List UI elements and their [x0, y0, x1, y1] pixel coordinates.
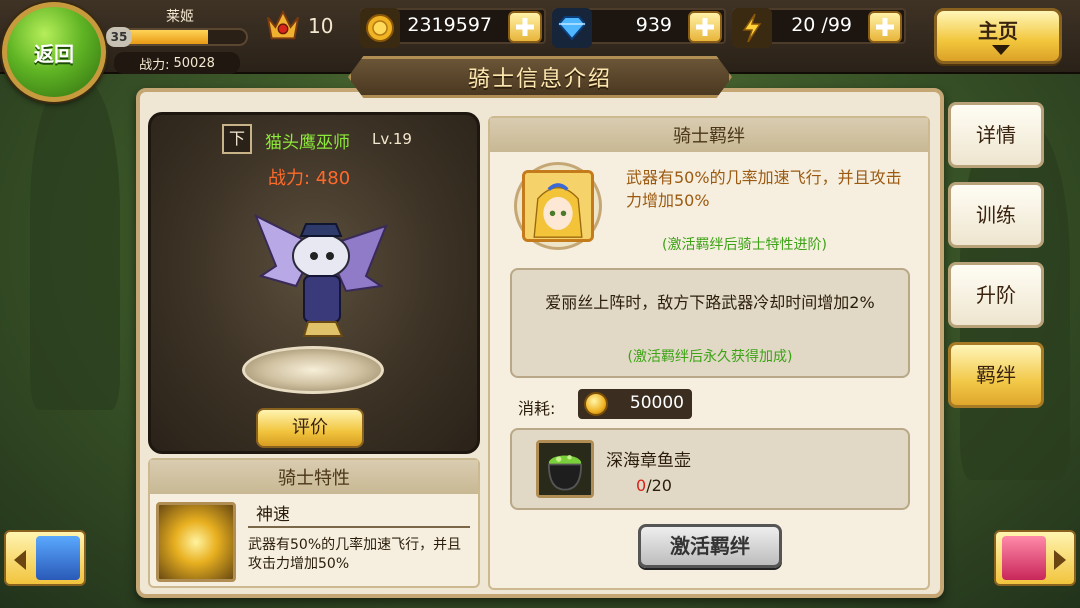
- bond-section-title: 骑士羁绊: [673, 126, 745, 147]
- back-button[interactable]: 返回: [2, 2, 106, 102]
- page-title: 骑士信息介绍: [467, 67, 612, 92]
- position-tag: 下: [222, 124, 252, 154]
- hero-level: Lv.19: [372, 130, 412, 148]
- energy-value: 20 /99: [791, 14, 852, 36]
- evaluate-button[interactable]: 评价: [256, 408, 364, 448]
- tab-training[interactable]: 训练: [948, 182, 1044, 248]
- prev-knight-avatar: [36, 536, 80, 580]
- home-label: 主页: [978, 19, 1018, 43]
- tab-advance[interactable]: 升阶: [948, 262, 1044, 328]
- gold-coin-icon: [360, 8, 400, 48]
- player-level: 35: [106, 27, 132, 47]
- trait-header: 骑士特性: [150, 460, 478, 494]
- title-banner: 骑士信息介绍: [348, 56, 732, 98]
- arrow-left-icon: [14, 550, 26, 570]
- trait-description: 武器有50%的几率加速飞行，并且攻击力增加50%: [248, 537, 462, 572]
- tab-details[interactable]: 详情: [948, 102, 1044, 168]
- bond-bonus-text: 爱丽丝上阵时，敌方下路武器冷却时间增加2%: [545, 293, 875, 312]
- add-gold-button[interactable]: [508, 11, 542, 43]
- next-knight-button[interactable]: [994, 530, 1076, 586]
- player-power: 战力: 50028: [114, 52, 240, 74]
- lightning-icon: [732, 8, 772, 48]
- background-tree: [30, 80, 120, 410]
- gold-coin-icon: [584, 392, 608, 416]
- cost-display: 50000: [578, 389, 692, 419]
- next-knight-avatar: [1002, 536, 1046, 580]
- vip-badge-icon: [266, 9, 300, 40]
- owl-wizard-sprite: [254, 213, 388, 337]
- prev-knight-button[interactable]: [4, 530, 86, 586]
- item-name: 深海章鱼壶: [606, 451, 691, 471]
- player-name: 莱姬: [166, 9, 194, 25]
- back-label: 返回: [34, 41, 74, 66]
- alice-portrait[interactable]: [522, 170, 594, 242]
- home-button[interactable]: 主页: [934, 8, 1062, 64]
- tab-bond[interactable]: 羁绊: [948, 342, 1044, 408]
- add-energy-button[interactable]: [868, 11, 902, 43]
- hero-name: 猫头鹰巫师: [265, 133, 350, 153]
- cost-label: 消耗:: [518, 399, 556, 418]
- activate-bond-button[interactable]: 激活羁绊: [638, 524, 782, 568]
- speed-trait-icon: [156, 502, 236, 582]
- power-value: 50028: [173, 55, 215, 71]
- gem-value: 939: [635, 14, 672, 36]
- hero-pedestal: [242, 346, 384, 394]
- vip-indicator[interactable]: 10: [264, 6, 333, 46]
- item-owned: 0: [636, 476, 647, 495]
- bond-bonus-hint: (激活羁绊后永久获得加成): [627, 349, 793, 365]
- bond-header: 骑士羁绊: [490, 118, 928, 152]
- gold-counter: 2319597: [360, 8, 546, 48]
- item-required: /20: [646, 476, 672, 495]
- divider: [248, 526, 470, 528]
- bond-effect-hint: (激活羁绊后骑士特性进阶): [662, 237, 827, 253]
- gold-value: 2319597: [407, 14, 492, 36]
- chevron-down-icon: [992, 45, 1010, 55]
- item-count: 0/20: [636, 476, 672, 495]
- hero-power: 战力: 480: [268, 168, 351, 189]
- energy-counter: 20 /99: [732, 8, 906, 48]
- arrow-right-icon: [1054, 550, 1066, 570]
- gem-counter: 939: [552, 8, 726, 48]
- trait-section-title: 骑士特性: [278, 468, 350, 489]
- cost-value: 50000: [629, 393, 684, 413]
- trait-name: 神速: [256, 505, 290, 525]
- vip-level: 10: [308, 14, 334, 38]
- power-label: 战力:: [139, 57, 170, 73]
- octopus-pot-icon[interactable]: [536, 440, 594, 498]
- bond-effect-text: 武器有50%的几率加速飞行，并且攻击力增加50%: [626, 168, 902, 210]
- diamond-icon: [552, 8, 592, 48]
- add-gems-button[interactable]: [688, 11, 722, 43]
